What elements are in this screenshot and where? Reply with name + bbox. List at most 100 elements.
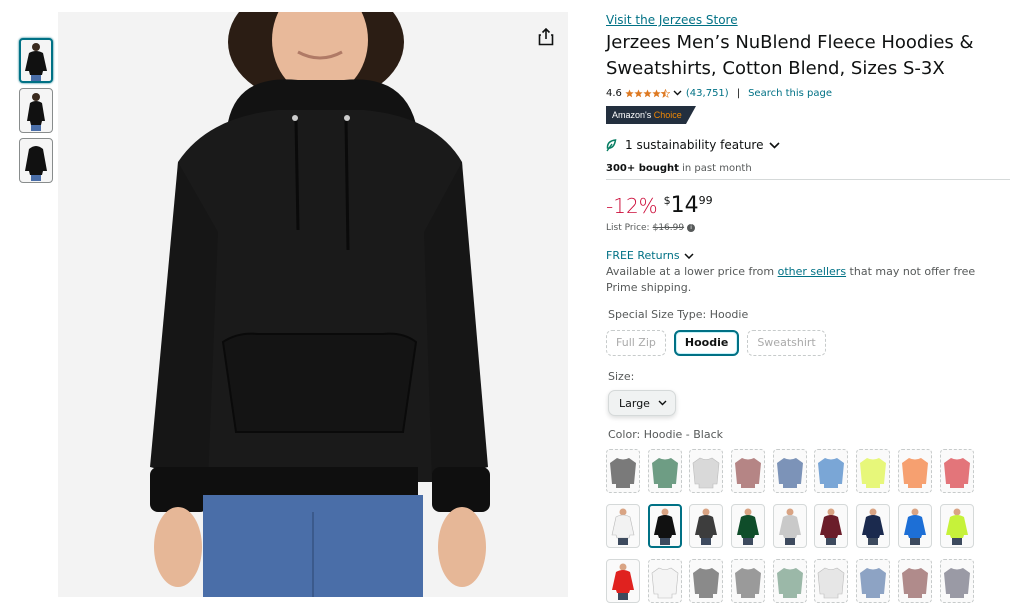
color-swatch[interactable] — [772, 559, 807, 603]
badge-highlight: Choice — [653, 110, 682, 120]
rating-value: 4.6 — [606, 87, 622, 99]
color-swatch[interactable] — [606, 449, 640, 493]
color-swatch[interactable] — [689, 504, 724, 548]
share-button[interactable] — [532, 24, 560, 50]
size-value: Large — [619, 396, 650, 410]
color-swatch[interactable] — [814, 449, 849, 493]
color-swatch[interactable] — [647, 504, 682, 548]
sweatshirt-swatch-icon — [901, 568, 928, 598]
special-size-label-text: Special Size Type: — [608, 308, 710, 321]
size-dropdown[interactable]: Large — [608, 390, 676, 416]
rating-dropdown-chevron-icon[interactable] — [673, 90, 682, 96]
product-title: Jerzees Men’s NuBlend Fleece Hoodies & S… — [606, 32, 974, 79]
sweatshirt-swatch-icon — [693, 457, 720, 489]
rating-count-link[interactable]: (43,751) — [686, 88, 729, 99]
star-full-icon — [634, 88, 643, 97]
hoodie-swatch-icon — [862, 508, 885, 545]
star-rating[interactable] — [625, 88, 670, 98]
star-half-icon — [660, 88, 670, 98]
color-swatch[interactable] — [689, 449, 724, 493]
price-whole: 14 — [670, 193, 699, 218]
hoodie-swatch-icon — [653, 508, 676, 545]
color-swatch[interactable] — [772, 504, 807, 548]
color-swatch[interactable] — [731, 559, 766, 603]
sweatshirt-swatch-icon — [735, 458, 762, 488]
color-swatch[interactable] — [856, 559, 891, 603]
color-swatch[interactable] — [814, 504, 849, 548]
other-sellers-link[interactable]: other sellers — [778, 265, 846, 278]
hoodie-side-thumbnail-icon — [27, 92, 45, 131]
hoodie-model-illustration — [58, 12, 568, 597]
search-this-page-link[interactable]: Search this page — [748, 88, 832, 99]
availability-before: Available at a lower price from — [606, 265, 778, 278]
sweatshirt-swatch-icon — [693, 568, 720, 598]
sweatshirt-swatch-icon — [943, 568, 970, 598]
amazons-choice-badge: Amazon's Choice — [606, 106, 696, 124]
color-swatch[interactable] — [939, 559, 974, 603]
hoodie-swatch-icon — [820, 508, 843, 545]
color-swatch-grid — [606, 449, 1010, 603]
list-price-value: $16.99 — [652, 223, 685, 233]
color-swatch[interactable] — [731, 504, 766, 548]
free-returns-label: FREE Returns — [606, 249, 680, 262]
color-swatch[interactable] — [647, 559, 682, 603]
thumbnail-3[interactable] — [19, 138, 53, 183]
color-value: Hoodie - Black — [643, 428, 723, 441]
star-full-icon — [643, 88, 652, 97]
color-swatch[interactable] — [731, 449, 766, 493]
color-swatch[interactable] — [939, 504, 974, 548]
hoodie-swatch-icon — [695, 508, 718, 545]
option-sweatshirt[interactable]: Sweatshirt — [747, 330, 826, 356]
color-swatch[interactable] — [689, 559, 724, 603]
thumbnail-2[interactable] — [19, 88, 53, 133]
special-size-label: Special Size Type: Hoodie — [606, 308, 1010, 321]
store-link[interactable]: Visit the Jerzees Store — [606, 13, 1010, 27]
bought-count: 300+ bought — [606, 163, 679, 174]
hoodie-back-thumbnail-icon — [25, 145, 47, 181]
thumbnail-1[interactable] — [19, 38, 53, 83]
color-swatch[interactable] — [606, 504, 640, 548]
badge-prefix: Amazon's — [612, 110, 654, 120]
color-swatch[interactable] — [897, 449, 932, 493]
option-hoodie[interactable]: Hoodie — [673, 330, 740, 356]
sustainability-feature[interactable]: 1 sustainability feature — [606, 137, 1010, 153]
price-row: -12% $ 14 99 — [606, 194, 1010, 220]
product-info-panel: Visit the Jerzees Store Jerzees Men’s Nu… — [606, 12, 1010, 603]
color-swatch[interactable] — [856, 504, 891, 548]
color-swatch[interactable] — [814, 559, 849, 603]
bought-in-past-month: 300+ bought in past month — [606, 163, 1010, 174]
bought-rest: in past month — [678, 163, 752, 174]
color-swatch[interactable] — [647, 449, 682, 493]
special-size-options: Full Zip Hoodie Sweatshirt — [606, 330, 1010, 356]
chevron-down-icon — [684, 252, 694, 259]
sweatshirt-swatch-icon — [943, 458, 970, 488]
sweatshirt-swatch-icon — [735, 568, 762, 598]
size-label: Size: — [608, 370, 635, 383]
sweatshirt-swatch-icon — [651, 567, 679, 599]
separator: | — [736, 87, 741, 99]
list-price: List Price: $16.99 i — [606, 223, 1010, 233]
color-swatch[interactable] — [939, 449, 974, 493]
hoodie-swatch-icon — [611, 508, 635, 545]
color-swatch[interactable] — [897, 504, 932, 548]
hoodie-swatch-icon — [945, 508, 968, 545]
special-size-value: Hoodie — [709, 308, 749, 321]
sweatshirt-swatch-icon — [610, 458, 636, 488]
color-swatch[interactable] — [772, 449, 807, 493]
free-returns[interactable]: FREE Returns — [606, 249, 1010, 262]
main-product-image[interactable] — [58, 12, 568, 597]
price-symbol: $ — [663, 194, 671, 207]
discount-percent: -12% — [606, 194, 658, 218]
info-icon[interactable]: i — [687, 224, 696, 232]
color-swatch[interactable] — [856, 449, 891, 493]
thumbnail-strip — [19, 38, 53, 188]
sweatshirt-swatch-icon — [860, 458, 887, 488]
sweatshirt-swatch-icon — [818, 458, 845, 488]
hoodie-swatch-icon — [903, 508, 926, 545]
option-full-zip[interactable]: Full Zip — [606, 330, 666, 356]
sweatshirt-swatch-icon — [776, 568, 803, 598]
sweatshirt-swatch-icon — [776, 458, 803, 488]
color-swatch[interactable] — [606, 559, 640, 603]
color-swatch[interactable] — [897, 559, 932, 603]
star-full-icon — [625, 88, 634, 97]
